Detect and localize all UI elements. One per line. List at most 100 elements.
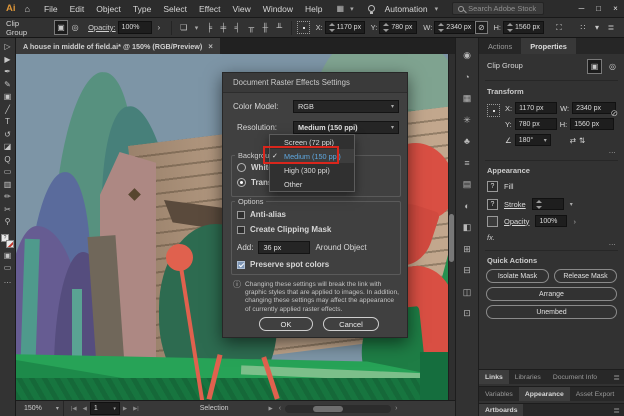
- stepper-icon[interactable]: [507, 23, 513, 32]
- gradient-panel-icon[interactable]: ◔: [464, 72, 469, 94]
- stroke-swatch[interactable]: [6, 240, 14, 248]
- add-field[interactable]: 36 px: [258, 241, 310, 254]
- stepper-icon[interactable]: [536, 200, 542, 209]
- align-center-icon[interactable]: ╪: [216, 20, 230, 35]
- tab-artboards[interactable]: Artboards: [479, 404, 523, 416]
- tab-appearance[interactable]: Appearance: [519, 387, 570, 401]
- screen-mode-icon[interactable]: ▭: [4, 262, 12, 275]
- opacity-label[interactable]: Opacity:: [88, 23, 116, 32]
- align-panel-icon[interactable]: ⊟: [463, 265, 471, 287]
- chevron-right-icon[interactable]: ›: [573, 217, 576, 226]
- draw-mode-icon[interactable]: ▣: [4, 250, 12, 263]
- line-tool[interactable]: ╱: [5, 104, 10, 117]
- pen-tool[interactable]: ✒: [4, 66, 11, 79]
- target-icon[interactable]: ◎: [605, 59, 620, 74]
- stroke-weight-field[interactable]: [532, 198, 564, 210]
- align-middle-icon[interactable]: ╫: [258, 20, 272, 35]
- zoom-dropdown-icon[interactable]: ▾: [56, 405, 59, 412]
- close-button[interactable]: ×: [607, 0, 624, 18]
- style-dropdown-icon[interactable]: ❏: [177, 20, 191, 35]
- clipping-mask-option[interactable]: Create Clipping Mask: [237, 225, 331, 234]
- document-tab[interactable]: A house in middle of field.ai* @ 150% (R…: [16, 38, 220, 54]
- panel-menu-icon[interactable]: ≣: [609, 370, 624, 384]
- link-dimensions-icon[interactable]: ⊘: [610, 108, 618, 119]
- chevron-down-icon[interactable]: ▾: [191, 24, 203, 32]
- fx-label[interactable]: fx.: [487, 233, 495, 242]
- ok-button[interactable]: OK: [259, 317, 313, 331]
- align-left-icon[interactable]: ╞: [202, 20, 216, 35]
- tab-asset-export[interactable]: Asset Export: [570, 387, 621, 401]
- stepper-icon[interactable]: [383, 23, 389, 32]
- pathfinder-panel-icon[interactable]: ◧: [463, 222, 472, 244]
- resolution-dropdown[interactable]: Medium (150 ppi) ▾: [293, 121, 399, 134]
- opacity-row[interactable]: Opacity 100% ›: [487, 215, 576, 227]
- gradient-tool-icon[interactable]: ▤: [463, 179, 472, 201]
- pencil-tool[interactable]: ✏: [4, 191, 11, 204]
- align-right-icon[interactable]: ╡: [230, 20, 244, 35]
- play-icon[interactable]: ▶: [269, 406, 273, 412]
- zoom-level[interactable]: 150%: [24, 405, 42, 412]
- last-artboard-icon[interactable]: ▶|: [133, 406, 139, 412]
- h-field[interactable]: 1560 px: [570, 118, 614, 130]
- search-input[interactable]: [468, 4, 544, 13]
- y-field[interactable]: 780 px: [515, 118, 557, 130]
- curvature-tool[interactable]: ✎: [4, 79, 11, 92]
- grid-icon[interactable]: ∷: [576, 20, 590, 35]
- menu-help[interactable]: Help: [299, 4, 328, 14]
- close-tab-icon[interactable]: ×: [208, 42, 213, 51]
- minimize-button[interactable]: ─: [573, 0, 590, 18]
- swatches-panel-icon[interactable]: ▦: [463, 93, 472, 115]
- x-field[interactable]: 1170 px: [515, 102, 557, 114]
- cancel-button[interactable]: Cancel: [323, 317, 379, 331]
- artboard-field[interactable]: 1 ▾: [90, 402, 120, 415]
- color-panel-icon[interactable]: ◉: [463, 50, 471, 72]
- menu-view[interactable]: View: [227, 4, 257, 14]
- background-white-option[interactable]: White: [237, 163, 273, 172]
- align-bottom-icon[interactable]: ╨: [272, 20, 286, 35]
- tab-properties[interactable]: Properties: [521, 38, 576, 54]
- reference-point-icon[interactable]: [297, 21, 309, 34]
- symbols-panel-icon[interactable]: ♣: [464, 136, 470, 158]
- tab-libraries[interactable]: Libraries: [509, 370, 547, 384]
- stepper-icon[interactable]: [438, 23, 444, 32]
- eraser-tool[interactable]: ◪: [4, 141, 12, 154]
- more-options-icon[interactable]: …: [609, 238, 617, 247]
- checkbox-icon[interactable]: [237, 211, 245, 219]
- vertical-scrollbar-thumb[interactable]: [449, 214, 454, 262]
- tab-variables[interactable]: Variables: [479, 387, 519, 401]
- more-tools-icon[interactable]: …: [4, 275, 12, 288]
- dialog-title-bar[interactable]: Document Raster Effects Settings: [223, 73, 407, 93]
- menu-option-other[interactable]: Other: [270, 177, 354, 191]
- menu-object[interactable]: Object: [90, 4, 127, 14]
- fill-row[interactable]: ? Fill: [487, 181, 514, 192]
- tab-document-info[interactable]: Document Info: [547, 370, 603, 384]
- menu-select[interactable]: Select: [157, 4, 193, 14]
- workspace-label[interactable]: Automation: [381, 4, 431, 14]
- opacity-field[interactable]: 100%: [535, 215, 567, 227]
- tab-actions[interactable]: Actions: [479, 38, 521, 54]
- arrange-button[interactable]: Arrange: [486, 287, 617, 301]
- stroke-row[interactable]: ? Stroke ▾: [487, 198, 573, 210]
- menu-window[interactable]: Window: [257, 4, 299, 14]
- chevron-down-icon[interactable]: ▾: [346, 5, 358, 13]
- angle-field[interactable]: 180° ▾: [515, 134, 551, 146]
- workspace-switcher-icon[interactable]: ▦: [329, 4, 347, 13]
- menu-edit[interactable]: Edit: [64, 4, 91, 14]
- bounding-box-icon[interactable]: ▣: [587, 59, 602, 74]
- radio-selected-icon[interactable]: [237, 178, 246, 187]
- selection-tool[interactable]: ▷: [4, 41, 10, 54]
- isolate-dropdown-icon[interactable]: ▾: [590, 20, 604, 35]
- preserve-spot-option[interactable]: Preserve spot colors: [237, 260, 329, 269]
- lasso-tool[interactable]: Q: [4, 154, 10, 167]
- horizontal-scrollbar-thumb[interactable]: [313, 406, 343, 412]
- scroll-left-icon[interactable]: ‹: [279, 405, 281, 412]
- direct-selection-tool[interactable]: ▶: [4, 54, 10, 67]
- next-artboard-icon[interactable]: ▶: [123, 406, 127, 412]
- home-icon[interactable]: ⌂: [23, 4, 38, 14]
- fill-stroke-swatches[interactable]: ?: [1, 234, 14, 248]
- menu-type[interactable]: Type: [127, 4, 157, 14]
- stroke-unknown-icon[interactable]: ?: [487, 199, 498, 210]
- reference-point-icon[interactable]: [487, 104, 500, 117]
- fill-unknown-icon[interactable]: ?: [487, 181, 498, 192]
- anti-alias-option[interactable]: Anti-alias: [237, 210, 286, 219]
